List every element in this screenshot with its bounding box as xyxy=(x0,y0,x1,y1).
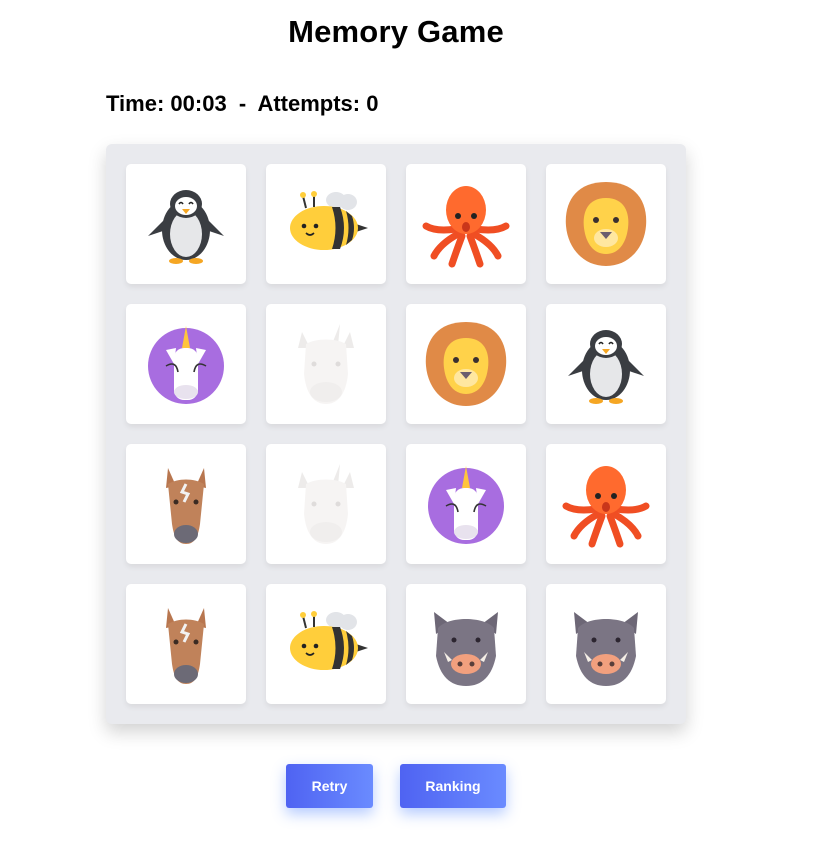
memory-card[interactable] xyxy=(126,304,246,424)
attempts-label: Attempts: xyxy=(257,91,361,116)
attempts-value: 0 xyxy=(366,91,379,116)
unicorn-icon xyxy=(136,314,236,414)
memory-card[interactable] xyxy=(406,584,526,704)
memory-card[interactable] xyxy=(546,164,666,284)
bee-icon xyxy=(276,174,376,274)
memory-card[interactable] xyxy=(546,304,666,424)
penguin-icon xyxy=(556,314,656,414)
horse-icon xyxy=(136,454,236,554)
lion-icon xyxy=(416,314,516,414)
octopus-icon xyxy=(556,454,656,554)
horse-icon xyxy=(136,594,236,694)
rhino-icon xyxy=(276,454,376,554)
memory-card[interactable] xyxy=(546,444,666,564)
boar-icon xyxy=(416,594,516,694)
time-value: 00:03 xyxy=(170,91,227,116)
status-separator: - xyxy=(238,91,247,116)
retry-button[interactable]: Retry xyxy=(286,764,373,808)
memory-card[interactable] xyxy=(406,304,526,424)
memory-card[interactable] xyxy=(266,444,386,564)
time-label: Time: xyxy=(106,91,165,116)
memory-card[interactable] xyxy=(126,444,246,564)
unicorn-icon xyxy=(416,454,516,554)
memory-card[interactable] xyxy=(406,444,526,564)
memory-card[interactable] xyxy=(266,584,386,704)
lion-icon xyxy=(556,174,656,274)
memory-card[interactable] xyxy=(406,164,526,284)
memory-card[interactable] xyxy=(546,584,666,704)
memory-card[interactable] xyxy=(266,304,386,424)
rhino-icon xyxy=(276,314,376,414)
memory-card[interactable] xyxy=(126,584,246,704)
page-title: Memory Game xyxy=(288,14,504,49)
penguin-icon xyxy=(136,174,236,274)
game-status: Time: 00:03 - Attempts: 0 xyxy=(106,91,378,117)
ranking-button[interactable]: Ranking xyxy=(400,764,506,808)
game-board xyxy=(106,144,686,724)
boar-icon xyxy=(556,594,656,694)
octopus-icon xyxy=(416,174,516,274)
bee-icon xyxy=(276,594,376,694)
memory-card[interactable] xyxy=(266,164,386,284)
memory-card[interactable] xyxy=(126,164,246,284)
